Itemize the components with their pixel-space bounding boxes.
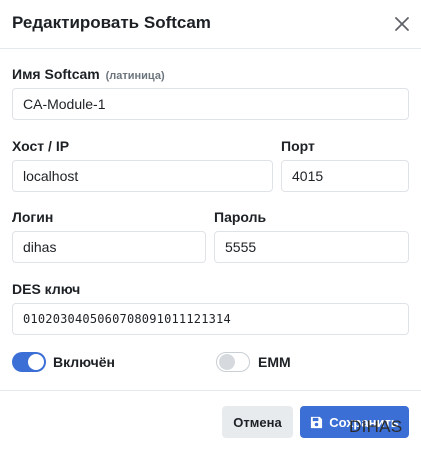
login-label: Логин [12, 209, 54, 225]
port-input[interactable] [281, 160, 409, 192]
modal-title: Редактировать Softcam [12, 13, 211, 32]
emm-label: EMM [258, 354, 291, 370]
watermark-text: DIHAS [349, 417, 403, 436]
des-key-input[interactable] [12, 303, 409, 335]
floppy-disk-icon [311, 416, 323, 428]
password-input[interactable] [214, 231, 409, 263]
host-input[interactable] [12, 160, 273, 192]
name-label-hint: (латиница) [105, 70, 165, 82]
port-label: Порт [281, 138, 315, 154]
enabled-label: Включён [53, 354, 115, 370]
enabled-toggle[interactable] [12, 352, 46, 372]
login-input[interactable] [12, 231, 206, 263]
password-label: Пароль [214, 209, 267, 225]
des-key-label: DES ключ [12, 281, 81, 297]
cancel-button[interactable]: Отмена [222, 406, 293, 438]
emm-toggle-knob [219, 354, 235, 370]
modal-header: Редактировать Softcam [0, 0, 421, 49]
host-label: Хост / IP [12, 138, 70, 154]
edit-softcam-modal: Редактировать Softcam Имя Softcam (латин… [0, 0, 421, 450]
close-icon[interactable] [389, 11, 415, 37]
enabled-toggle-knob [28, 354, 44, 370]
name-label: Имя Softcam (латиница) [12, 66, 165, 82]
name-label-text: Имя Softcam [12, 66, 100, 82]
footer-divider [0, 390, 421, 391]
emm-toggle[interactable] [216, 352, 250, 372]
softcam-name-input[interactable] [12, 88, 409, 120]
